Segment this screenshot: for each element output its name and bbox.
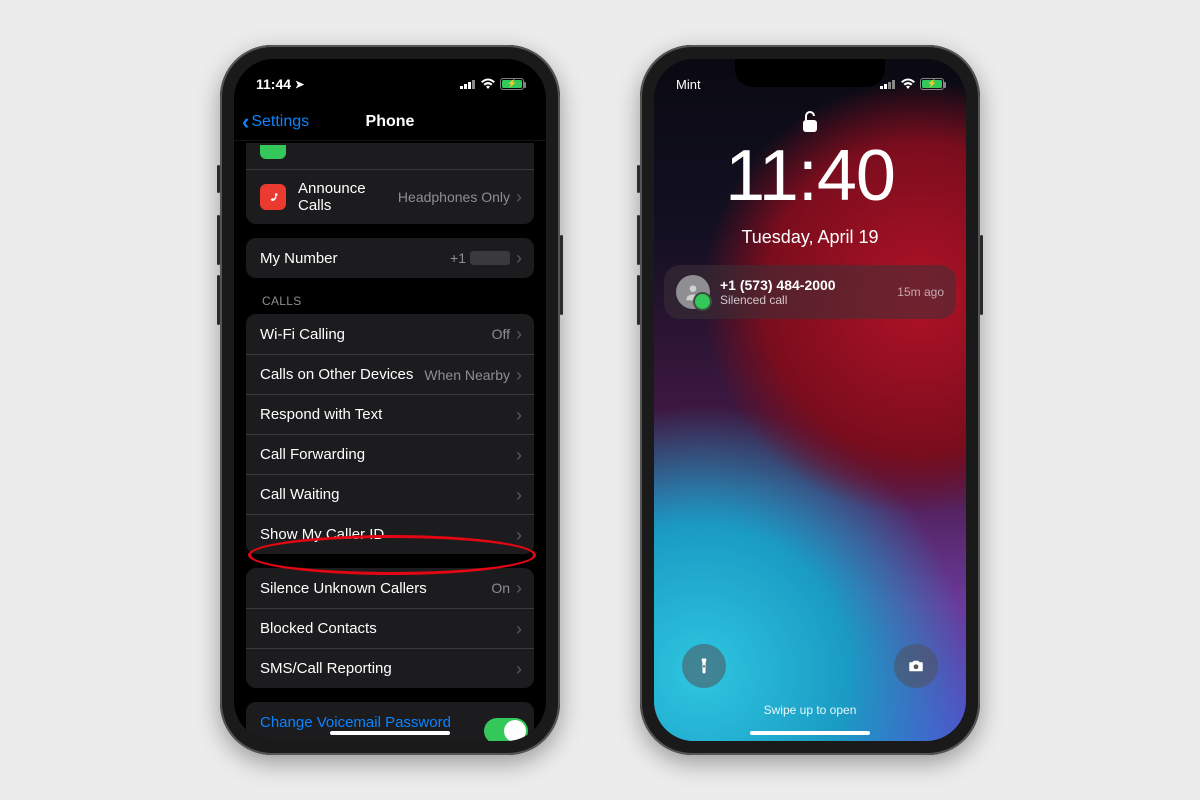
notification-age: 15m ago (897, 285, 944, 299)
row-call-waiting[interactable]: Call Waiting › (246, 474, 534, 514)
status-time: 11:44 (256, 76, 291, 92)
row-partial-top[interactable] (246, 143, 534, 169)
lock-time: 11:40 (654, 135, 966, 217)
row-call-forwarding[interactable]: Call Forwarding › (246, 434, 534, 474)
battery-icon: ⚡ (920, 78, 944, 90)
lock-date: Tuesday, April 19 (654, 227, 966, 248)
notification-silenced-call[interactable]: +1 (573) 484-2000 Silenced call 15m ago (664, 265, 956, 319)
chevron-right-icon: › (516, 188, 522, 206)
section-header-calls: CALLS (246, 278, 534, 314)
my-number-redacted (470, 251, 510, 265)
row-wifi-calling[interactable]: Wi-Fi Calling Off › (246, 314, 534, 354)
page-title: Phone (366, 113, 415, 131)
chevron-right-icon: › (516, 325, 522, 343)
announce-calls-label: Announce Calls (298, 180, 398, 214)
row-calls-other-devices[interactable]: Calls on Other Devices When Nearby › (246, 354, 534, 394)
lock-open-icon (800, 109, 820, 135)
chevron-right-icon: › (516, 660, 522, 678)
wifi-icon (480, 78, 496, 90)
location-arrow-icon: ➤ (295, 78, 304, 91)
notch (735, 59, 885, 87)
back-button[interactable]: ‹ Settings (242, 109, 309, 135)
chevron-right-icon: › (516, 579, 522, 597)
notch (315, 59, 465, 87)
camera-button[interactable] (894, 644, 938, 688)
swipe-up-hint: Swipe up to open (654, 703, 966, 717)
flashlight-button[interactable] (682, 644, 726, 688)
announce-calls-value: Headphones Only (398, 189, 510, 205)
contact-avatar-icon (676, 275, 710, 309)
toggle-partial[interactable] (484, 718, 528, 741)
back-label: Settings (251, 113, 309, 131)
row-show-caller-id[interactable]: Show My Caller ID › (246, 514, 534, 554)
row-blocked-contacts[interactable]: Blocked Contacts › (246, 608, 534, 648)
announce-calls-icon (260, 184, 286, 210)
home-indicator[interactable] (330, 731, 450, 735)
battery-icon: ⚡ (500, 78, 524, 90)
chevron-right-icon: › (516, 366, 522, 384)
chevron-right-icon: › (516, 249, 522, 267)
row-my-number[interactable]: My Number +1 › (246, 238, 534, 278)
row-announce-calls[interactable]: Announce Calls Headphones Only › (246, 169, 534, 224)
chevron-right-icon: › (516, 620, 522, 638)
row-sms-call-reporting[interactable]: SMS/Call Reporting › (246, 648, 534, 688)
row-silence-unknown-callers[interactable]: Silence Unknown Callers On › (246, 568, 534, 608)
wifi-icon (900, 78, 916, 90)
phone-right-lockscreen: Mint ⚡ 11:40 Tuesday, April 19 (640, 45, 980, 755)
cellular-signal-icon (880, 79, 896, 89)
chevron-right-icon: › (516, 486, 522, 504)
chevron-right-icon: › (516, 526, 522, 544)
cellular-signal-icon (460, 79, 476, 89)
chevron-right-icon: › (516, 446, 522, 464)
chevron-right-icon: › (516, 406, 522, 424)
home-indicator[interactable] (750, 731, 870, 735)
row-respond-with-text[interactable]: Respond with Text › (246, 394, 534, 434)
my-number-prefix: +1 (450, 250, 466, 266)
phone-left-settings: 11:44 ➤ ⚡ ‹ Settings Phone (220, 45, 560, 755)
my-number-label: My Number (260, 250, 450, 267)
carrier-label: Mint (676, 77, 701, 92)
notification-subtitle: Silenced call (720, 293, 887, 307)
notification-number: +1 (573) 484-2000 (720, 277, 887, 293)
chevron-left-icon: ‹ (242, 109, 249, 135)
phone-app-icon (260, 145, 286, 159)
